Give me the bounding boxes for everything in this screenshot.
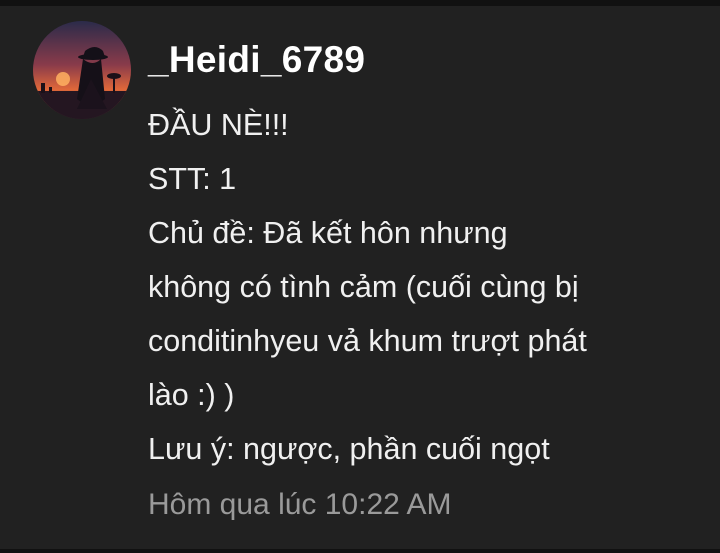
timestamp: Hôm qua lúc 10:22 AM <box>148 488 452 521</box>
message-card: _Heidi_6789 ĐẦU NÈ!!! STT: 1 Chủ đề: Đã … <box>0 0 720 553</box>
message-line: lào :) ) <box>148 378 235 412</box>
avatar[interactable] <box>33 21 131 119</box>
message-line: không có tình cảm (cuối cùng bị <box>148 270 579 304</box>
message-body: ĐẦU NÈ!!! STT: 1 Chủ đề: Đã kết hôn nhưn… <box>148 98 708 476</box>
message-line: Lưu ý: ngược, phần cuối ngọt <box>148 432 550 466</box>
message-line: ĐẦU NÈ!!! <box>148 108 289 142</box>
author-name[interactable]: _Heidi_6789 <box>148 34 708 86</box>
message-content: _Heidi_6789 ĐẦU NÈ!!! STT: 1 Chủ đề: Đã … <box>148 34 708 530</box>
message-line: conditinhyeu vả khum trượt phát <box>148 324 587 358</box>
user-avatar-icon <box>33 21 131 119</box>
message-line: Chủ đề: Đã kết hôn nhưng <box>148 216 508 250</box>
message-line: STT: 1 <box>148 162 237 196</box>
